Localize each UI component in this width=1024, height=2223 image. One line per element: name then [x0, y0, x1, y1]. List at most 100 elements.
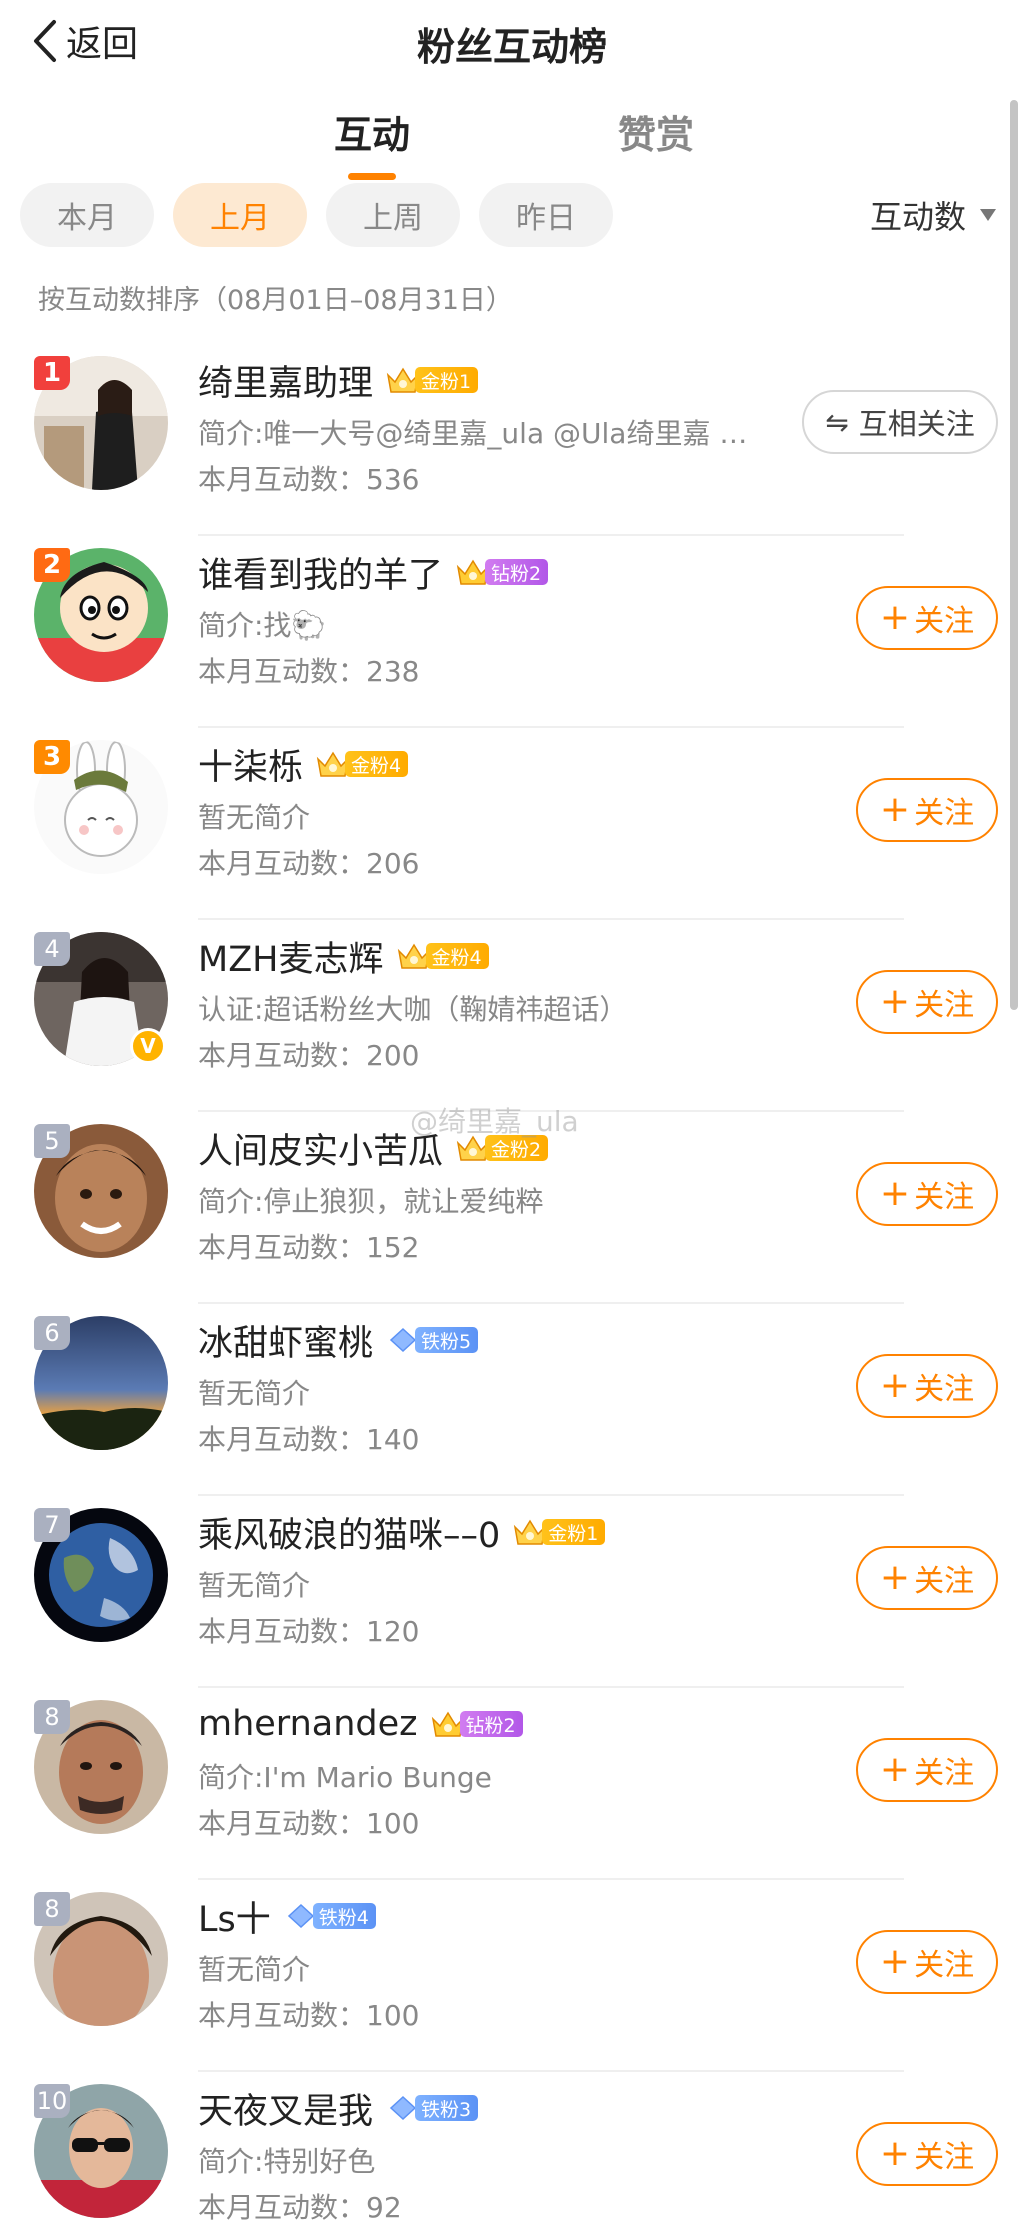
fan-name[interactable]: mhernandez [198, 1704, 418, 1744]
fan-row[interactable]: 5 人间皮实小苦瓜 金粉2 简介:停止狼狈，就让爱纯粹 本月互动数：152 + 关注 [0, 1112, 1024, 1304]
tab-appreciation-label: 赞赏 [617, 113, 694, 157]
fan-info: 乘风破浪的猫咪––0 金粉1 暂无简介 本月互动数：120 [198, 1508, 768, 1650]
follow-label: 关注 [914, 1564, 975, 1599]
fan-level-badge[interactable]: 金粉1 [385, 365, 479, 395]
follow-button[interactable]: + 关注 [856, 2122, 998, 2186]
name-line: Ls十 铁粉4 [198, 1892, 768, 1940]
fan-bio: 简介:I'm Mario Bunge [198, 1761, 492, 1794]
name-line: mhernandez 钻粉2 [198, 1700, 768, 1748]
follow-button[interactable]: + 关注 [856, 778, 998, 842]
name-line: 冰甜虾蜜桃 铁粉5 [198, 1316, 768, 1364]
fan-name[interactable]: 乘风破浪的猫咪––0 [198, 1507, 500, 1558]
fan-row[interactable]: 10 天夜叉是我 铁粉3 简介:特别好色 本月互动数：92 + 关注 [0, 2072, 1024, 2223]
sort-dropdown-label: 互动数 [869, 198, 966, 236]
fan-level-badge[interactable]: 钻粉2 [430, 1709, 523, 1739]
fan-bio: 暂无简介 [198, 801, 311, 834]
fan-row[interactable]: 1 绮里嘉助理 金粉1 简介:唯一大号@绮里嘉_ula @Ula绮里嘉 @... 本月互… [0, 344, 1024, 536]
fan-name[interactable]: MZH麦志辉 [198, 931, 384, 982]
interaction-count-value: 100 [366, 1807, 420, 1840]
follow-label: 关注 [914, 2140, 975, 2175]
fan-info: 天夜叉是我 铁粉3 简介:特别好色 本月互动数：92 [198, 2084, 768, 2223]
interaction-count-label: 本月互动数： [198, 1423, 367, 1456]
name-line: 天夜叉是我 铁粉3 [198, 2084, 768, 2132]
tab-interaction-label: 互动 [333, 113, 410, 157]
fan-bio: 认证:超话粉丝大咖（鞠婧祎超话） [198, 993, 628, 1026]
plus-icon: + [879, 597, 911, 638]
fan-row[interactable]: 8 mhernandez 钻粉2 简介:I'm Mario Bunge 本月互动数：10… [0, 1688, 1024, 1880]
name-line: MZH麦志辉 金粉4 [198, 932, 768, 980]
rank-badge: 2 [34, 548, 70, 582]
follow-button[interactable]: + 关注 [856, 1162, 998, 1226]
fan-name[interactable]: 绮里嘉助理 [198, 355, 373, 406]
follow-button[interactable]: + 关注 [856, 970, 998, 1034]
fan-level-label: 金粉1 [542, 1519, 606, 1545]
scrollbar[interactable] [1010, 100, 1018, 1010]
mutual-follow-button[interactable]: ⇋ 互相关注 [802, 390, 998, 454]
follow-button[interactable]: + 关注 [856, 1738, 998, 1802]
fan-info: 十柒栎 金粉4 暂无简介 本月互动数：206 [198, 740, 768, 882]
fan-name[interactable]: 谁看到我的羊了 [198, 547, 443, 598]
interaction-count-value: 92 [366, 2191, 402, 2223]
fan-name[interactable]: 冰甜虾蜜桃 [198, 1315, 373, 1366]
top-bar: 返回 粉丝互动榜 [0, 0, 1024, 82]
interaction-count-value: 206 [366, 847, 420, 880]
fan-name[interactable]: Ls十 [198, 1891, 271, 1942]
plus-icon: + [879, 1941, 911, 1982]
rank-badge: 7 [34, 1508, 70, 1542]
tab-interaction[interactable]: 互动 [282, 104, 462, 180]
follow-label: 关注 [914, 1756, 975, 1791]
fan-level-badge[interactable]: 铁粉5 [385, 1325, 479, 1355]
interaction-count-value: 152 [366, 1231, 420, 1264]
period-filter: 本月 上月 上周 昨日 [20, 183, 632, 247]
fan-name[interactable]: 人间皮实小苦瓜 [198, 1123, 443, 1174]
period-last-month[interactable]: 上月 [173, 183, 307, 247]
follow-button[interactable]: + 关注 [856, 1354, 998, 1418]
follow-button[interactable]: + 关注 [856, 586, 998, 650]
fan-level-badge[interactable]: 钻粉2 [455, 557, 549, 587]
interaction-count-value: 120 [366, 1615, 420, 1648]
interaction-count-label: 本月互动数： [198, 463, 367, 496]
follow-label: 关注 [914, 988, 975, 1023]
fan-name[interactable]: 天夜叉是我 [198, 2083, 373, 2134]
fan-bio: 简介:找🐑 [198, 609, 327, 642]
interaction-count-label: 本月互动数： [198, 1231, 367, 1264]
interaction-count-label: 本月互动数： [198, 1807, 367, 1840]
fan-row[interactable]: 8 Ls十 铁粉4 暂无简介 本月互动数：100 + 关注 [0, 1880, 1024, 2072]
fan-row[interactable]: 4 V MZH麦志辉 金粉4 认证:超话粉丝大咖（鞠婧祎超话） 本月互动数：200 + 关注 [0, 920, 1024, 1112]
fan-level-badge[interactable]: 金粉1 [512, 1517, 606, 1547]
plus-icon: + [879, 1557, 911, 1598]
fan-info: 谁看到我的羊了 钻粉2 简介:找🐑 本月互动数：238 [198, 548, 768, 690]
fan-row[interactable]: 2 谁看到我的羊了 钻粉2 简介:找🐑 本月互动数：238 + 关注 [0, 536, 1024, 728]
interaction-count-value: 238 [366, 655, 420, 688]
fan-name[interactable]: 十柒栎 [198, 739, 303, 790]
rank-badge: 8 [34, 1892, 70, 1926]
period-last-week[interactable]: 上周 [326, 183, 460, 247]
fan-row[interactable]: 7 乘风破浪的猫咪––0 金粉1 暂无简介 本月互动数：120 + 关注 [0, 1496, 1024, 1688]
fan-level-label: 金粉4 [425, 943, 489, 969]
fan-row[interactable]: 6 冰甜虾蜜桃 铁粉5 暂无简介 本月互动数：140 + 关注 [0, 1304, 1024, 1496]
fan-level-badge[interactable]: 铁粉3 [385, 2093, 479, 2123]
mutual-follow-label: 互相关注 [858, 407, 975, 441]
fan-level-label: 钻粉2 [459, 1711, 523, 1737]
follow-button[interactable]: + 关注 [856, 1930, 998, 1994]
fan-info: 冰甜虾蜜桃 铁粉5 暂无简介 本月互动数：140 [198, 1316, 768, 1458]
sort-description: 按互动数排序（08月01日–08月31日） [38, 285, 513, 316]
main-tabs: 互动 赞赏 [0, 104, 1024, 184]
fan-level-badge[interactable]: 金粉4 [396, 941, 489, 971]
fan-level-label: 铁粉4 [312, 1903, 376, 1929]
fan-level-badge[interactable]: 金粉4 [315, 749, 409, 779]
fan-info: 绮里嘉助理 金粉1 简介:唯一大号@绮里嘉_ula @Ula绮里嘉 @... 本月互动… [198, 356, 768, 498]
interaction-count: 本月互动数：238 [198, 650, 768, 690]
fan-info: mhernandez 钻粉2 简介:I'm Mario Bunge 本月互动数：100 [198, 1700, 768, 1842]
follow-label: 关注 [914, 604, 975, 639]
interaction-count: 本月互动数：152 [198, 1226, 768, 1266]
interaction-count-label: 本月互动数： [198, 1999, 367, 2032]
tab-appreciation[interactable]: 赞赏 [566, 104, 746, 159]
rank-badge: 10 [34, 2084, 70, 2118]
follow-button[interactable]: + 关注 [856, 1546, 998, 1610]
period-yesterday[interactable]: 昨日 [479, 183, 613, 247]
fan-row[interactable]: 3 十柒栎 金粉4 暂无简介 本月互动数：206 + 关注 [0, 728, 1024, 920]
period-this-month[interactable]: 本月 [20, 183, 154, 247]
sort-dropdown[interactable]: 互动数 [870, 190, 996, 240]
fan-level-badge[interactable]: 铁粉4 [283, 1901, 376, 1931]
